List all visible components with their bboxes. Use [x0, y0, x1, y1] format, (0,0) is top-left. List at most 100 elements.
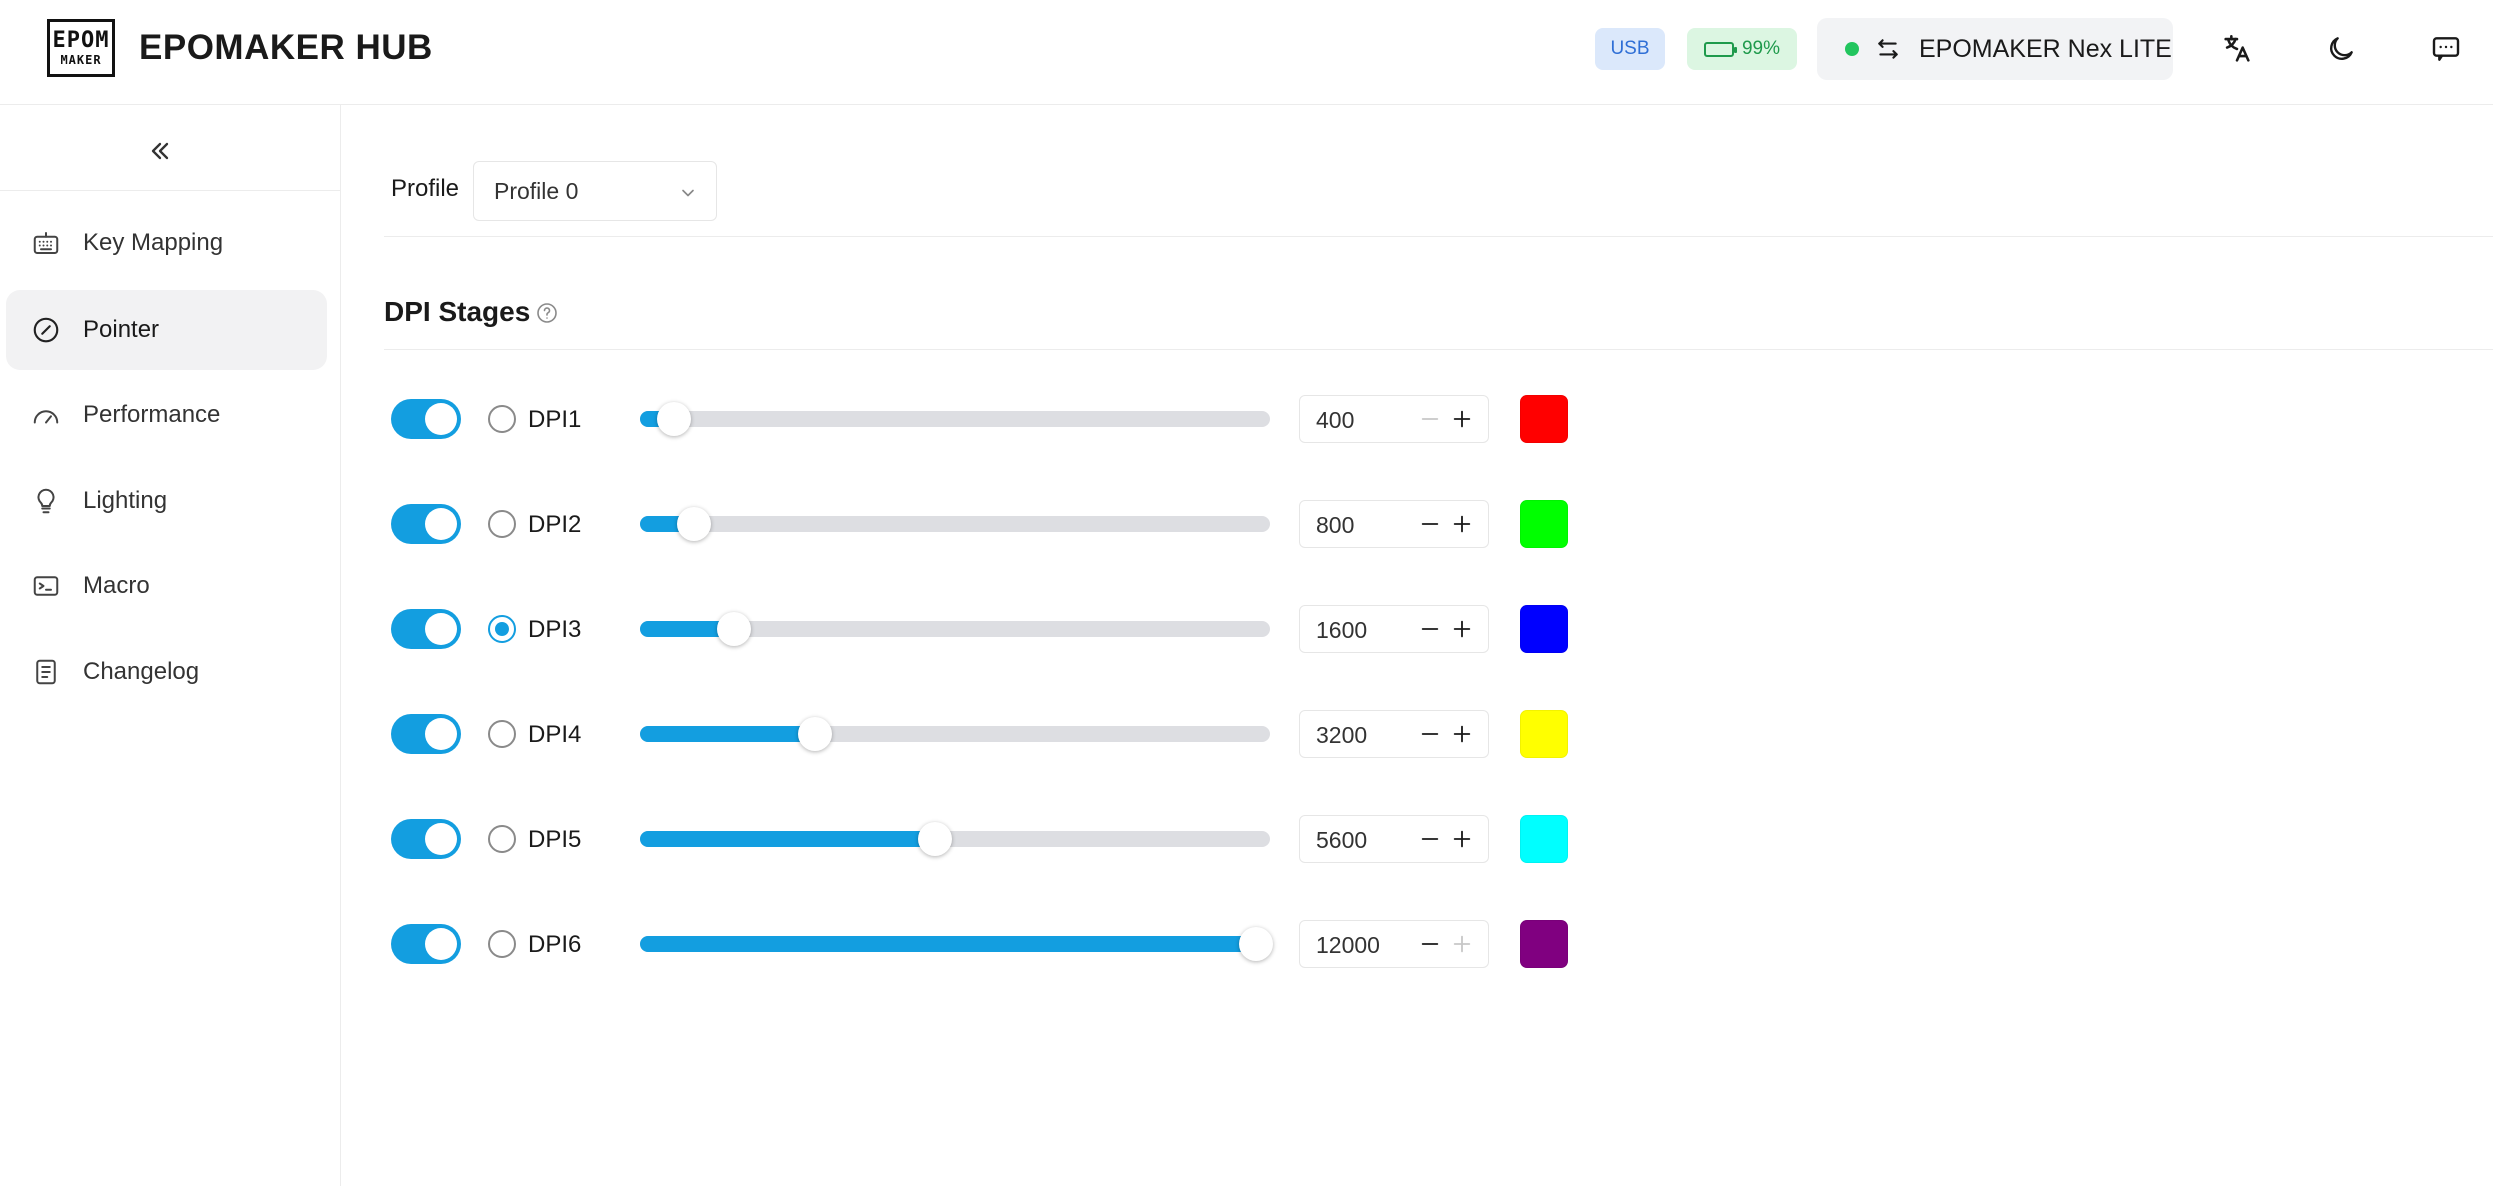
battery-icon [1703, 41, 1737, 57]
dpi-slider-fill [640, 936, 1256, 952]
sidebar-item-label: Key Mapping [83, 229, 224, 256]
minus-icon[interactable] [1415, 824, 1445, 854]
epomaker-logo: EPOM MAKER [47, 19, 115, 77]
dpi-color-swatch[interactable] [1520, 920, 1568, 968]
dpi-slider-thumb[interactable] [677, 507, 712, 541]
dpi-stage-label: DPI2 [528, 511, 582, 538]
sidebar-item-label: Pointer [83, 316, 160, 343]
dpi-value-input[interactable]: 5600 [1316, 827, 1367, 854]
dpi-value-input[interactable]: 1600 [1316, 617, 1367, 644]
dpi-stage-radio[interactable] [488, 930, 516, 958]
app-title: EPOMAKER HUB [139, 28, 433, 67]
dpi-value-stepper: 1600 [1299, 605, 1489, 653]
dpi-stage-radio[interactable] [488, 615, 516, 643]
translate-icon[interactable] [2218, 30, 2256, 68]
minus-icon[interactable] [1415, 929, 1445, 959]
sidebar-item-pointer[interactable]: Pointer [6, 290, 327, 370]
dpi-slider-thumb[interactable] [797, 717, 832, 751]
dpi-slider-thumb[interactable] [717, 612, 752, 646]
logo-text-top: EPOM [52, 28, 110, 53]
dpi-value-input[interactable]: 800 [1316, 512, 1354, 539]
connection-badge: USB [1595, 28, 1665, 70]
dpi-stage-label: DPI4 [528, 721, 582, 748]
dpi-stage-row: DPI4 3200 [0, 699, 1600, 769]
chat-icon[interactable] [2427, 30, 2465, 68]
plus-icon[interactable] [1447, 509, 1477, 539]
dpi-value-input[interactable]: 3200 [1316, 722, 1367, 749]
swap-icon [1875, 36, 1901, 62]
plus-icon[interactable] [1447, 404, 1477, 434]
dpi-slider-thumb[interactable] [917, 822, 952, 856]
plus-icon [1447, 929, 1477, 959]
dpi-color-swatch[interactable] [1520, 710, 1568, 758]
dpi-stage-row: DPI3 1600 [0, 594, 1600, 664]
dpi-value-stepper: 5600 [1299, 815, 1489, 863]
dpi-stage-toggle[interactable] [391, 399, 461, 439]
toggle-knob [425, 823, 457, 855]
dpi-value-stepper: 800 [1299, 500, 1489, 548]
dpi-value-stepper: 400 [1299, 395, 1489, 443]
minus-icon[interactable] [1415, 509, 1445, 539]
dpi-slider[interactable] [640, 612, 1270, 646]
app-header: EPOM MAKER EPOMAKER HUB USB 99% EPOMAKER… [0, 0, 2493, 105]
dpi-slider-thumb[interactable] [657, 402, 692, 436]
dpi-stage-toggle[interactable] [391, 609, 461, 649]
moon-icon[interactable] [2322, 30, 2360, 68]
dpi-stage-toggle[interactable] [391, 819, 461, 859]
dpi-slider[interactable] [640, 927, 1273, 961]
dpi-stage-label: DPI5 [528, 826, 582, 853]
dpi-stage-row: DPI5 5600 [0, 804, 1600, 874]
toggle-knob [425, 403, 457, 435]
plus-icon[interactable] [1447, 614, 1477, 644]
keyboard-icon [30, 227, 62, 259]
dpi-stage-radio[interactable] [488, 825, 516, 853]
dpi-color-swatch[interactable] [1520, 500, 1568, 548]
dpi-slider-fill [640, 726, 815, 742]
dpi-stage-row: DPI2 800 [0, 489, 1600, 559]
connected-status-dot [1845, 42, 1859, 56]
dpi-slider[interactable] [640, 822, 1270, 856]
device-selector[interactable]: EPOMAKER Nex LITE [1817, 18, 2173, 80]
help-icon[interactable] [535, 301, 559, 330]
dpi-stage-toggle[interactable] [391, 714, 461, 754]
dpi-value-input[interactable]: 400 [1316, 407, 1354, 434]
dpi-stage-radio[interactable] [488, 405, 516, 433]
dpi-slider[interactable] [640, 402, 1270, 436]
toggle-knob [425, 508, 457, 540]
dpi-slider-thumb[interactable] [1239, 927, 1273, 961]
dpi-stage-toggle[interactable] [391, 504, 461, 544]
plus-icon[interactable] [1447, 824, 1477, 854]
dpi-color-swatch[interactable] [1520, 815, 1568, 863]
dpi-slider[interactable] [640, 717, 1270, 751]
dpi-value-input[interactable]: 12000 [1316, 932, 1380, 959]
profile-selected-value: Profile 0 [494, 177, 579, 204]
plus-icon[interactable] [1447, 719, 1477, 749]
dpi-color-swatch[interactable] [1520, 395, 1568, 443]
sidebar-item-key-mapping[interactable]: Key Mapping [6, 203, 327, 283]
profile-label: Profile [391, 175, 460, 202]
dpi-slider[interactable] [640, 507, 1270, 541]
dpi-stages-title: DPI Stages [384, 296, 531, 327]
dpi-slider-fill [640, 831, 935, 847]
dpi-value-stepper: 3200 [1299, 710, 1489, 758]
toggle-knob [425, 613, 457, 645]
dpi-color-swatch[interactable] [1520, 605, 1568, 653]
profile-divider [384, 236, 2493, 237]
dpi-stage-radio[interactable] [488, 720, 516, 748]
dpi-stage-radio[interactable] [488, 510, 516, 538]
profile-select[interactable]: Profile 0 [473, 161, 717, 221]
dpi-stage-label: DPI3 [528, 616, 582, 643]
minus-icon[interactable] [1415, 614, 1445, 644]
dpi-stage-toggle[interactable] [391, 924, 461, 964]
dpi-stage-row: DPI6 12000 [0, 909, 1600, 979]
pointer-icon [30, 314, 62, 346]
sidebar-divider [0, 190, 340, 191]
dpi-stage-row: DPI1 400 [0, 384, 1600, 454]
logo-text-bottom: MAKER [60, 53, 102, 67]
device-name: EPOMAKER Nex LITE [1919, 34, 2172, 63]
collapse-sidebar-button[interactable] [140, 131, 180, 171]
minus-icon[interactable] [1415, 719, 1445, 749]
section-divider [384, 349, 2493, 350]
battery-badge: 99% [1687, 28, 1797, 70]
minus-icon [1415, 404, 1445, 434]
